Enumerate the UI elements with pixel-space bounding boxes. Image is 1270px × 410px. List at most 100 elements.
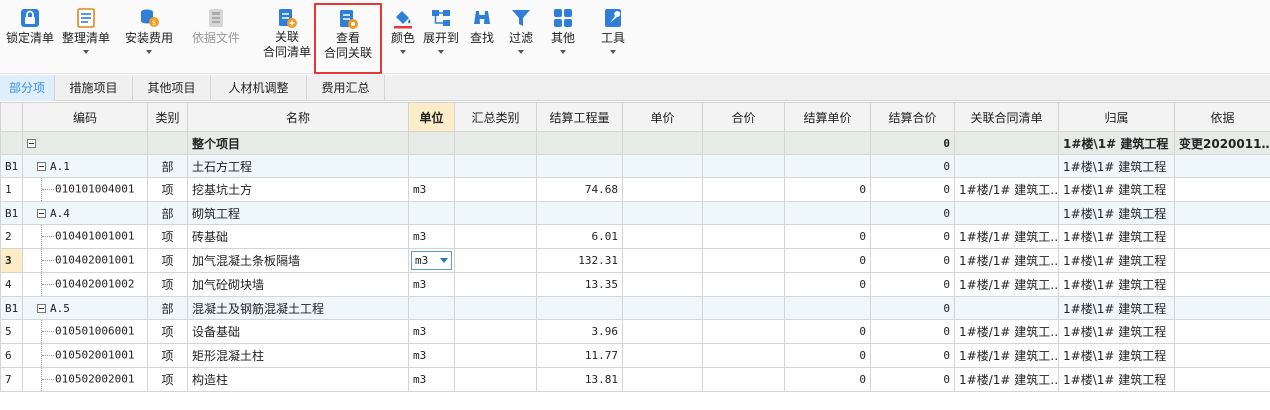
cell-settle-qty[interactable] [536,131,623,155]
row-number[interactable]: 6 [0,343,23,368]
tab-division-items[interactable]: 部分项 [0,75,55,101]
tab-fee-summary[interactable]: 费用汇总 [307,75,385,101]
cell-summary-category[interactable] [454,272,537,297]
row-number[interactable]: B1 [0,296,23,320]
cell-settle-total[interactable]: 0 [870,248,955,273]
cell-settle-unit-price[interactable]: 0 [784,367,871,392]
cell-unit-price[interactable] [622,343,703,368]
cell-belongs-to[interactable]: 1#楼\1# 建筑工程 [1058,296,1175,320]
cell-total-price[interactable] [702,201,785,225]
cell-settle-total[interactable]: 0 [870,201,955,225]
expand-to-button[interactable]: 展开到 [420,4,462,70]
cell-settle-total[interactable]: 0 [870,296,955,320]
table-row[interactable]: 3 010402001001 项加气混凝土条板隔墙 m3 132.31 0 0 1#楼/1# … [0,248,1270,273]
cell-linked-contract[interactable]: 1#楼/1# 建筑工… [954,224,1059,249]
cell-category[interactable]: 部 [147,296,188,320]
cell-belongs-to[interactable]: 1#楼\1# 建筑工程 [1058,272,1175,297]
cell-settle-unit-price[interactable]: 0 [784,248,871,273]
cell-settle-qty[interactable] [536,201,623,225]
collapse-toggle-icon[interactable] [37,209,46,218]
cell-code[interactable]: 010401001001 [22,224,148,249]
project-row[interactable]: 整个项目 0 1#楼\1# 建筑工程 变更2020011… [0,131,1270,155]
cell-code[interactable]: 010501006001 [22,319,148,344]
cell-settle-total[interactable]: 0 [870,367,955,392]
cell-category[interactable]: 部 [147,154,188,178]
cell-code[interactable]: A.5 [22,296,148,320]
cell-name[interactable]: 整个项目 [187,131,409,155]
lock-list-button[interactable]: 锁定清单 [4,4,56,70]
basis-file-button[interactable]: 依据文件 [188,4,244,70]
col-header-unit-price[interactable]: 单价 [622,102,703,132]
cell-unit[interactable] [408,154,455,178]
cell-settle-qty[interactable]: 3.96 [536,319,623,344]
cell-total-price[interactable] [702,367,785,392]
cell-code[interactable]: A.4 [22,201,148,225]
cell-total-price[interactable] [702,154,785,178]
cell-category[interactable]: 项 [147,224,188,249]
cell-summary-category[interactable] [454,367,537,392]
cell-code[interactable]: 010402001001 [22,248,148,273]
cell-summary-category[interactable] [454,319,537,344]
cell-settle-unit-price[interactable]: 0 [784,319,871,344]
cell-code[interactable]: 010402001002 [22,272,148,297]
cell-settle-unit-price[interactable] [784,201,871,225]
table-row[interactable]: 2 010401001001 项砖基础 m3 6.01 0 0 1#楼/1# 建筑工… 1#楼\… [0,224,1270,249]
cell-unit-price[interactable] [622,272,703,297]
cell-belongs-to[interactable]: 1#楼\1# 建筑工程 [1058,248,1175,273]
cell-settle-total[interactable]: 0 [870,319,955,344]
row-number[interactable]: 2 [0,224,23,249]
cell-name[interactable]: 矩形混凝土柱 [187,343,409,368]
cell-name[interactable]: 土石方工程 [187,154,409,178]
cell-basis[interactable] [1174,343,1270,368]
cell-total-price[interactable] [702,131,785,155]
install-fee-button[interactable]: $ 安装费用 [122,4,176,70]
cell-total-price[interactable] [702,319,785,344]
cell-settle-qty[interactable]: 11.77 [536,343,623,368]
cell-basis[interactable]: 变更2020011… [1174,131,1270,155]
col-header-belongs-to[interactable]: 归属 [1058,102,1175,132]
cell-unit[interactable] [408,296,455,320]
cell-belongs-to[interactable]: 1#楼\1# 建筑工程 [1058,343,1175,368]
cell-basis[interactable] [1174,201,1270,225]
cell-name[interactable]: 设备基础 [187,319,409,344]
cell-basis[interactable] [1174,296,1270,320]
cell-basis[interactable] [1174,177,1270,202]
table-row[interactable]: 1 010101004001 项挖基坑土方 m3 74.68 0 0 1#楼/1# 建筑工… 1… [0,177,1270,202]
cell-category[interactable]: 项 [147,272,188,297]
cell-summary-category[interactable] [454,224,537,249]
cell-name[interactable]: 混凝土及钢筋混凝土工程 [187,296,409,320]
col-header-total-price[interactable]: 合价 [702,102,785,132]
section-row[interactable]: B1 A.1 部土石方工程 0 1#楼\1# 建筑工程 [0,154,1270,178]
cell-belongs-to[interactable]: 1#楼\1# 建筑工程 [1058,177,1175,202]
cell-settle-qty[interactable]: 74.68 [536,177,623,202]
cell-unit[interactable]: m3 [408,272,455,297]
cell-code[interactable] [22,131,148,155]
cell-unit[interactable]: m3 [408,248,455,273]
collapse-toggle-icon[interactable] [27,139,36,148]
cell-total-price[interactable] [702,224,785,249]
cell-unit[interactable] [408,131,455,155]
cell-basis[interactable] [1174,367,1270,392]
row-number[interactable]: 1 [0,177,23,202]
other-button[interactable]: 其他 [548,4,578,70]
row-number[interactable]: B1 [0,201,23,225]
col-header-name[interactable]: 名称 [187,102,409,132]
cell-belongs-to[interactable]: 1#楼\1# 建筑工程 [1058,154,1175,178]
row-number[interactable]: 3 [0,248,23,273]
cell-category[interactable]: 项 [147,177,188,202]
cell-name[interactable]: 挖基坑土方 [187,177,409,202]
cell-unit-price[interactable] [622,177,703,202]
cell-basis[interactable] [1174,319,1270,344]
cell-total-price[interactable] [702,296,785,320]
cell-settle-total[interactable]: 0 [870,272,955,297]
cell-summary-category[interactable] [454,131,537,155]
cell-unit-price[interactable] [622,319,703,344]
cell-settle-qty[interactable]: 6.01 [536,224,623,249]
cell-unit[interactable]: m3 [408,319,455,344]
cell-unit-price[interactable] [622,367,703,392]
collapse-toggle-icon[interactable] [37,162,46,171]
cell-settle-qty[interactable]: 13.35 [536,272,623,297]
cell-unit[interactable]: m3 [408,343,455,368]
find-button[interactable]: 查找 [466,4,498,70]
col-header-linked-contract[interactable]: 关联合同清单 [954,102,1059,132]
